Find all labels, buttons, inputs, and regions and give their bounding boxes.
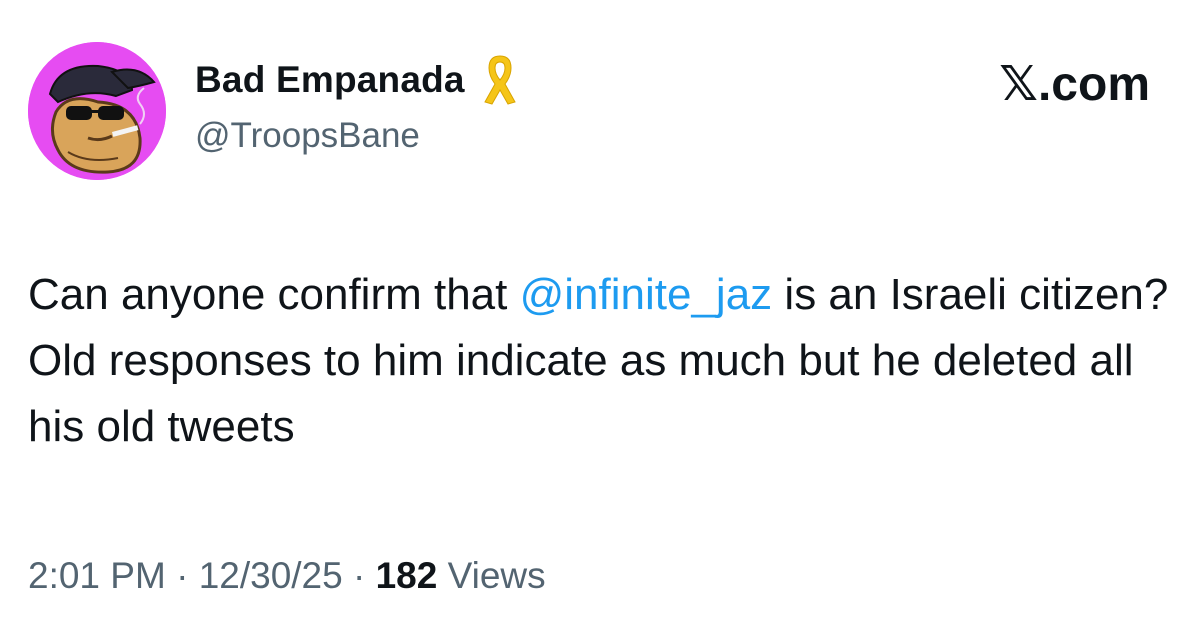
tweet-text-part: Can anyone confirm that [28, 270, 520, 319]
x-brand-label: 𝕏.com [999, 58, 1150, 111]
yellow-ribbon-icon [483, 55, 516, 105]
meta-separator: · [342, 555, 376, 596]
tweet-time[interactable]: 2:01 PM [28, 555, 166, 596]
author-handle[interactable]: @TroopsBane [195, 116, 420, 156]
views-label: Views [437, 555, 546, 596]
tweet-meta: 2:01 PM · 12/30/25 · 182 Views [28, 555, 546, 597]
meta-separator: · [165, 555, 199, 596]
tweet-text: Can anyone confirm that @infinite_jaz is… [28, 262, 1178, 460]
mention-link[interactable]: @infinite_jaz [520, 270, 773, 319]
author-display-name[interactable]: Bad Empanada [195, 59, 465, 101]
views-count[interactable]: 182 [376, 555, 438, 596]
tweet-date[interactable]: 12/30/25 [199, 555, 343, 596]
avatar-image [28, 42, 166, 180]
avatar[interactable] [28, 42, 166, 180]
author-name-row: Bad Empanada [195, 52, 521, 108]
